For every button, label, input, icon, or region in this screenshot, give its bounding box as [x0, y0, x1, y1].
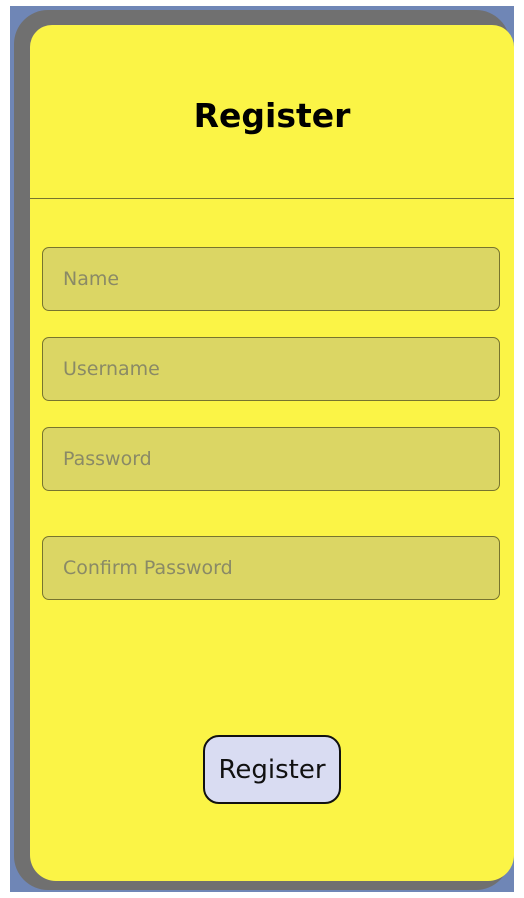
password-input[interactable]: [42, 427, 500, 491]
name-input[interactable]: [42, 247, 500, 311]
username-input[interactable]: [42, 337, 500, 401]
register-button[interactable]: Register: [203, 735, 341, 804]
register-screen: Register Register: [30, 25, 514, 881]
header: Register: [30, 25, 514, 199]
confirm-password-input[interactable]: [42, 536, 500, 600]
page-title: Register: [193, 96, 351, 135]
